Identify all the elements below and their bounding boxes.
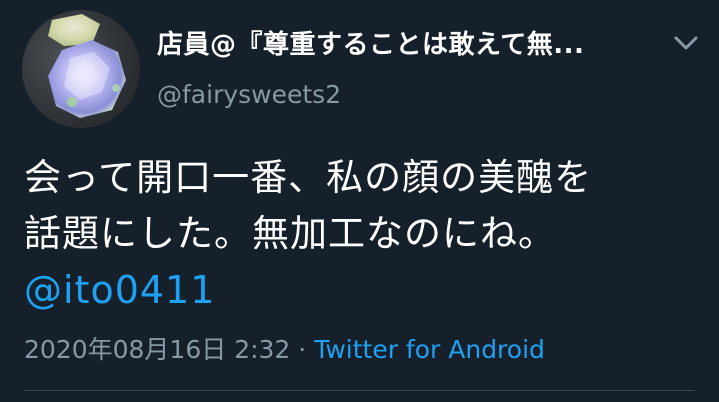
crystal-photo-icon [48, 14, 126, 118]
divider [24, 390, 695, 391]
tweet-source-link[interactable]: Twitter for Android [314, 335, 545, 364]
avatar[interactable] [22, 10, 140, 128]
author-handle[interactable]: @fairysweets2 [157, 80, 341, 109]
tweet-card: 店員@『尊重することは敢えて無... @fairysweets2 会って開口一番… [0, 0, 719, 402]
tweet-timestamp[interactable]: 2020年08月16日 2:32 [24, 335, 290, 364]
tweet-meta: 2020年08月16日 2:32 · Twitter for Android [24, 330, 545, 366]
meta-separator: · [290, 335, 315, 364]
tweet-text: 会って開口一番、私の顔の美醜を 話題にした。無加工なのにね。 @ito0411 [24, 150, 704, 318]
tweet-text-line: 会って開口一番、私の顔の美醜を [24, 156, 593, 199]
author-display-name[interactable]: 店員@『尊重することは敢えて無... [157, 24, 584, 61]
mention-link[interactable]: @ito0411 [24, 262, 704, 318]
tweet-text-line: 話題にした。無加工なのにね。 [24, 212, 556, 255]
chevron-down-icon[interactable] [672, 32, 700, 54]
